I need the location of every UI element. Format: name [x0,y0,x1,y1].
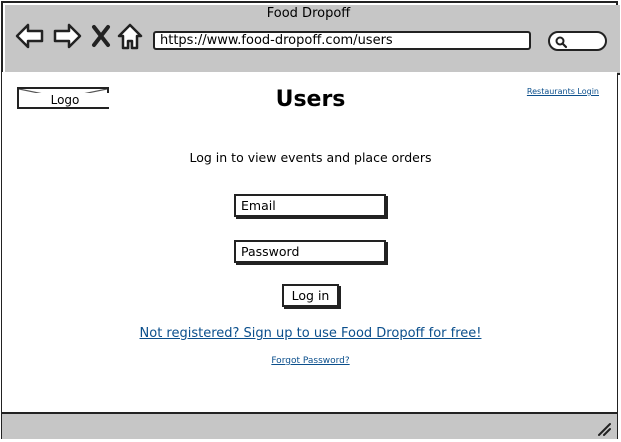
close-icon [92,25,110,47]
forgot-password-link[interactable]: Forgot Password? [0,356,621,366]
back-button[interactable] [15,22,44,50]
window-title: Food Dropoff [266,6,351,21]
restaurants-login-link[interactable]: Restaurants Login [527,87,599,96]
stop-button[interactable] [90,22,118,50]
home-button[interactable] [116,22,144,50]
signup-link[interactable]: Not registered? Sign up to use Food Drop… [0,326,621,341]
resize-grip-icon[interactable] [597,422,611,436]
back-arrow-icon [15,23,44,49]
search-field[interactable] [548,31,607,51]
login-subtitle: Log in to view events and place orders [189,150,432,165]
forward-button[interactable] [52,22,82,50]
address-bar[interactable]: https://www.food-dropoff.com/users [153,31,531,50]
search-icon [555,36,568,49]
status-bar [2,412,617,439]
forward-arrow-icon [53,23,82,49]
login-button[interactable]: Log in [282,284,339,307]
password-field[interactable]: Password [234,240,386,263]
email-field[interactable]: Email [234,194,386,217]
home-icon [117,23,143,50]
